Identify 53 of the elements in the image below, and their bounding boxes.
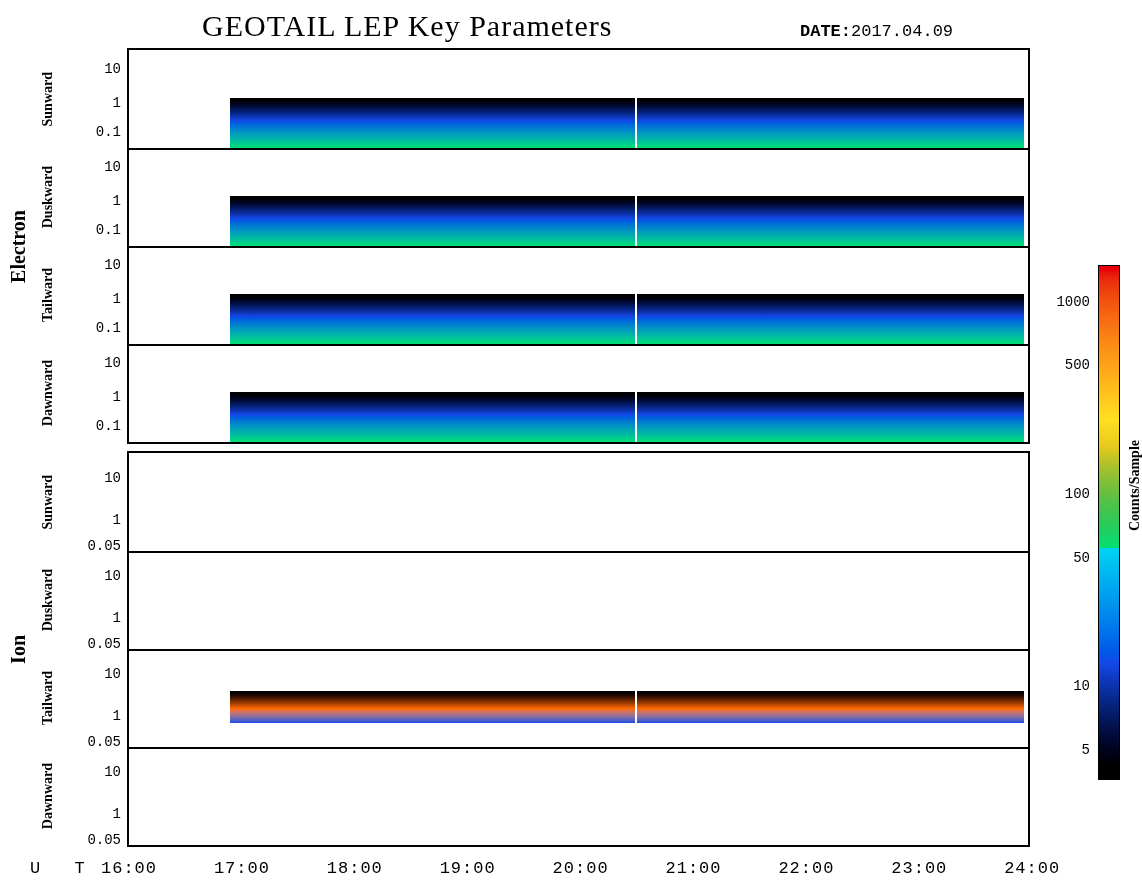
y-tick-label: 10 [104,159,121,175]
y-tick-label: 1 [112,610,121,626]
date-label: DATE:2017.04.09 [800,21,954,43]
colorbar-label: Counts/Sample [1126,440,1142,532]
panel-label: Dawnward [38,359,56,427]
y-tick-label: 0.1 [95,418,121,434]
x-tick-label: 18:00 [325,859,384,879]
panel-label: Duskward [38,568,56,632]
y-tick-label: 10 [104,257,121,273]
x-axis-label: U T [30,859,97,879]
y-tick-label: 0.1 [95,222,121,238]
y-tick-label: 0.05 [87,832,121,848]
panel-label: Sunward [38,474,56,530]
panel-label: Duskward [38,165,56,229]
colorbar-tick-label: 10 [1073,678,1090,694]
y-tick-label: 1 [112,193,121,209]
panel-label: Dawnward [38,762,56,830]
panel-label: Tailward [38,671,56,725]
y-tick-label: 0.05 [87,734,121,750]
y-tick-label: 1 [112,291,121,307]
x-tick-label: 23:00 [890,859,949,879]
chart-title: GEOTAIL LEP Key Parameters [202,8,613,44]
group-label: Ion [6,634,30,664]
y-tick-label: 0.1 [95,124,121,140]
y-tick-label: 10 [104,568,121,584]
y-tick-label: 10 [104,470,121,486]
panel-label: Sunward [38,71,56,127]
y-tick-label: 10 [104,61,121,77]
y-tick-label: 1 [112,708,121,724]
colorbar-tick-label: 50 [1073,550,1090,566]
x-tick-label: 21:00 [664,859,723,879]
y-tick-label: 0.05 [87,636,121,652]
x-tick-label: 19:00 [438,859,497,879]
x-tick-label: 17:00 [212,859,271,879]
y-tick-label: 10 [104,764,121,780]
y-tick-label: 1 [112,806,121,822]
y-tick-label: 0.1 [95,320,121,336]
y-tick-label: 1 [112,95,121,111]
x-tick-label: 24:00 [1003,859,1062,879]
colorbar-tick-label: 500 [1064,357,1090,373]
group-label: Electron [6,209,30,283]
colorbar-tick-label: 100 [1064,486,1090,502]
x-tick-label: 16:00 [100,859,158,879]
y-tick-label: 1 [112,512,121,528]
y-tick-label: 0.05 [87,538,121,554]
x-tick-label: 20:00 [551,859,610,879]
x-tick-label: 22:00 [777,859,836,879]
y-tick-label: 10 [104,666,121,682]
colorbar-tick-label: 5 [1081,742,1090,758]
y-tick-label: 10 [104,355,121,371]
y-tick-label: 1 [112,389,121,405]
panel-label: Tailward [38,268,56,322]
colorbar-tick-label: 1000 [1056,294,1090,310]
